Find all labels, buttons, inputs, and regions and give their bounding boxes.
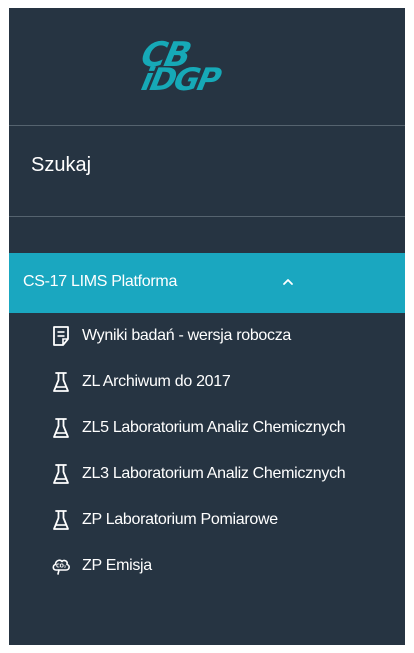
- nav-item-zl3-laboratorium[interactable]: ZL3 Laboratorium Analiz Chemicznych: [9, 451, 405, 497]
- nav-item-label: Wyniki badań - wersja robocza: [82, 327, 292, 344]
- logo[interactable]: CB iDGP: [138, 35, 258, 98]
- document-icon: [53, 326, 69, 346]
- nav-item-wyniki-badan[interactable]: Wyniki badań - wersja robocza: [9, 313, 405, 359]
- nav-item-label: ZP Laboratorium Pomiarowe: [82, 511, 278, 528]
- co2-cloud-icon: CO₂: [52, 559, 70, 575]
- chevron-up-icon[interactable]: [281, 275, 295, 289]
- nav-item-label: ZL Archiwum do 2017: [82, 373, 231, 390]
- nav-item-label: ZL5 Laboratorium Analiz Chemicznych: [82, 419, 346, 436]
- nav-list: Wyniki badań - wersja robocza ZL Archiwu…: [9, 313, 405, 589]
- nav-item-label: ZP Emisja: [82, 557, 152, 574]
- nav-item-label: ZL3 Laboratorium Analiz Chemicznych: [82, 465, 346, 482]
- flask-icon: [53, 464, 69, 484]
- flask-icon: [53, 418, 69, 438]
- flask-icon: [53, 510, 69, 530]
- logo-line-2: iDGP: [138, 62, 223, 98]
- logo-area: CB iDGP: [9, 8, 405, 126]
- section-header-cs17-lims[interactable]: CS-17 LIMS Platforma: [9, 253, 405, 313]
- nav-item-zl-archiwum[interactable]: ZL Archiwum do 2017: [9, 359, 405, 405]
- search-label: Szukaj: [31, 154, 92, 176]
- section-header-label: CS-17 LIMS Platforma: [23, 273, 178, 290]
- sidebar: CB iDGP Szukaj CS-17 LIMS Platforma Wyni…: [9, 8, 405, 645]
- svg-text:CO₂: CO₂: [56, 564, 66, 570]
- nav-item-zp-laboratorium-pomiarowe[interactable]: ZP Laboratorium Pomiarowe: [9, 497, 405, 543]
- flask-icon: [53, 372, 69, 392]
- nav-item-zp-emisja[interactable]: CO₂ ZP Emisja: [9, 543, 405, 589]
- search-field[interactable]: Szukaj: [9, 126, 405, 217]
- nav-item-zl5-laboratorium[interactable]: ZL5 Laboratorium Analiz Chemicznych: [9, 405, 405, 451]
